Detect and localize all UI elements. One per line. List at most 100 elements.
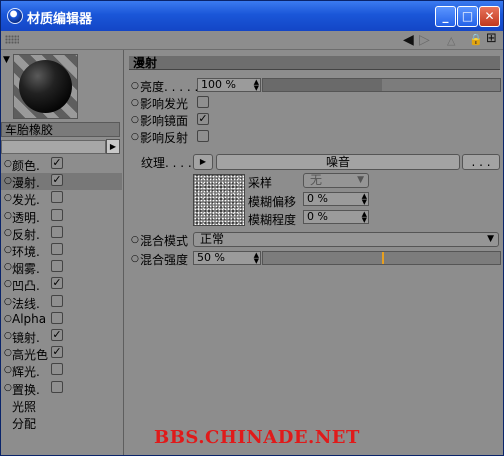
affect-specular-label: 影响镜面 — [140, 114, 189, 128]
channel-item[interactable]: ○ 漫射. ✓ — [1, 173, 122, 191]
section-title: 漫射 — [129, 56, 500, 70]
lock-icon[interactable]: 🔒 — [469, 33, 483, 46]
channel-item[interactable]: ○ 镜射. ✓ — [1, 328, 122, 345]
mix-strength-value: 50 % — [197, 251, 225, 264]
channel-dot-icon: ○ — [4, 159, 12, 169]
channel-checkbox[interactable] — [51, 311, 63, 324]
affect-reflection-checkbox[interactable] — [197, 130, 209, 142]
channel-checkbox[interactable] — [51, 191, 63, 204]
slider-handle[interactable] — [381, 252, 384, 264]
channel-item[interactable]: ○ 高光色 ✓ — [1, 345, 122, 362]
sampling-dropdown[interactable]: 无 ▼ — [303, 173, 369, 188]
channel-checkbox[interactable] — [51, 294, 63, 307]
texture-label: 纹理. . . . . — [141, 156, 200, 170]
channel-checkbox[interactable] — [51, 225, 63, 238]
channel-item[interactable]: ○ 置换. — [1, 380, 122, 397]
channel-item[interactable]: ○ 辉光. — [1, 362, 122, 379]
channel-checkbox[interactable]: ✓ — [51, 157, 63, 169]
blur-scale-value: 0 % — [307, 210, 328, 223]
channel-label: 环境. — [12, 245, 40, 259]
mix-mode-value: 正常 — [200, 232, 225, 246]
channel-label: 反射. — [12, 227, 40, 242]
channel-dot-icon: ○ — [4, 245, 12, 255]
param-dot-icon: ○ — [131, 132, 139, 142]
channel-checkbox[interactable] — [51, 208, 63, 221]
channel-item[interactable]: ○ 透明. — [1, 208, 122, 225]
channel-checkbox[interactable] — [51, 363, 63, 376]
channel-checkbox[interactable]: ✓ — [51, 277, 63, 290]
sampling-label: 采样 — [248, 176, 273, 190]
mix-strength-slider[interactable] — [262, 251, 501, 265]
channel-item[interactable]: ○ 发光. — [1, 190, 122, 207]
blur-offset-label: 模糊偏移 — [248, 195, 297, 209]
back-arrow-icon[interactable]: ◀ — [403, 32, 414, 48]
mix-strength-field[interactable]: 50 % ▲ ▼ — [193, 251, 261, 265]
affect-specular-checkbox[interactable]: ✓ — [197, 113, 209, 125]
brightness-label: 亮度. . . . . — [140, 80, 199, 94]
diffuse-panel: 漫射 ○ 亮度. . . . . 100 % ▲ ▼ ○ 影响发光 ○ 影响镜面 … — [127, 50, 502, 455]
app-icon — [7, 8, 23, 24]
title-bar[interactable]: 材质编辑器 _ □ ✕ — [1, 1, 503, 31]
maximize-button[interactable]: □ — [457, 6, 478, 27]
affect-glow-checkbox[interactable] — [197, 96, 209, 108]
up-arrow-icon[interactable]: △ — [447, 34, 455, 47]
channel-item[interactable]: ○ Alpha — [1, 311, 122, 328]
channel-dot-icon: ○ — [4, 279, 12, 290]
brightness-field[interactable]: 100 % ▲ ▼ — [197, 78, 261, 92]
material-editor-window: 材质编辑器 _ □ ✕ ◀ ▷ △ 🔒 ⊞ ▼ 车胎橡胶 ▶ ○ 颜色. ✓ ○ 漫射.… — [0, 0, 504, 456]
channel-item[interactable]: ○ 反射. — [1, 225, 122, 242]
channel-checkbox[interactable]: ✓ — [51, 329, 63, 341]
channel-label: 置换. — [12, 382, 40, 397]
channel-checkbox[interactable] — [51, 260, 63, 273]
forward-arrow-icon[interactable]: ▷ — [419, 32, 430, 48]
channel-item[interactable]: 光照 — [1, 397, 122, 414]
brightness-slider[interactable] — [262, 78, 501, 92]
channel-label: 分配 — [12, 417, 37, 431]
channel-checkbox[interactable]: ✓ — [51, 346, 63, 359]
channel-dot-icon: ○ — [4, 348, 12, 359]
channel-label: 凹凸. — [12, 279, 40, 294]
grip-icon[interactable] — [5, 35, 19, 44]
channel-label: 法线. — [12, 296, 40, 311]
material-name[interactable]: 车胎橡胶 — [1, 122, 120, 137]
channel-dot-icon: ○ — [4, 313, 12, 324]
channel-checkbox[interactable] — [51, 243, 63, 255]
spinner-icon[interactable]: ▲ ▼ — [254, 252, 259, 265]
blur-scale-field[interactable]: 0 % ▲ ▼ — [303, 210, 369, 224]
spinner-icon[interactable]: ▲ ▼ — [362, 193, 367, 206]
mix-mode-dropdown[interactable]: 正常 ▼ — [193, 232, 499, 247]
spinner-icon[interactable]: ▲ ▼ — [254, 79, 259, 92]
texture-more-button[interactable]: . . . — [462, 154, 500, 170]
channel-dot-icon: ○ — [4, 296, 12, 307]
new-window-icon[interactable]: ⊞ — [486, 31, 497, 46]
channel-checkbox[interactable] — [51, 380, 63, 393]
channel-sidebar: ▼ 车胎橡胶 ▶ ○ 颜色. ✓ ○ 漫射. ✓ ○ 发光. ○ 透明. ○ 反射. ○ 环境. ○ 烟雾. ○… — [1, 50, 124, 455]
channel-item[interactable]: ○ 颜色. ✓ — [1, 156, 122, 173]
texture-menu-icon[interactable]: ▶ — [193, 154, 213, 170]
spinner-icon[interactable]: ▲ ▼ — [362, 211, 367, 224]
texture-button[interactable]: 噪音 — [216, 154, 460, 170]
channel-dot-icon: ○ — [4, 382, 12, 393]
channel-item[interactable]: ○ 环境. — [1, 242, 122, 259]
affect-specular-row: ○ 影响镜面 ✓ — [131, 112, 331, 128]
channel-item[interactable]: 分配 — [1, 414, 122, 431]
preview-scrollbar[interactable] — [1, 140, 106, 154]
channel-item[interactable]: ○ 凹凸. ✓ — [1, 276, 122, 293]
param-dot-icon: ○ — [131, 81, 139, 91]
texture-row: 纹理. . . . . ▶ 噪音 . . . — [131, 154, 501, 170]
close-button[interactable]: ✕ — [479, 6, 500, 27]
channel-label: 烟雾. — [12, 262, 40, 277]
channel-item[interactable]: ○ 烟雾. — [1, 259, 122, 276]
channel-item[interactable]: ○ 法线. — [1, 294, 122, 311]
preview-menu-icon[interactable]: ▼ — [3, 55, 10, 65]
blur-offset-field[interactable]: 0 % ▲ ▼ — [303, 192, 369, 206]
material-preview[interactable] — [13, 54, 78, 119]
channel-dot-icon: ○ — [4, 365, 12, 376]
scroll-right-icon[interactable]: ▶ — [106, 139, 120, 154]
watermark: BBS.CHINADE.NET — [154, 427, 360, 448]
mix-mode-label: 混合模式 — [140, 234, 189, 248]
texture-preview[interactable] — [193, 174, 245, 226]
minimize-button[interactable]: _ — [435, 6, 456, 27]
channel-checkbox[interactable]: ✓ — [51, 174, 63, 187]
channel-label: Alpha — [12, 311, 47, 326]
